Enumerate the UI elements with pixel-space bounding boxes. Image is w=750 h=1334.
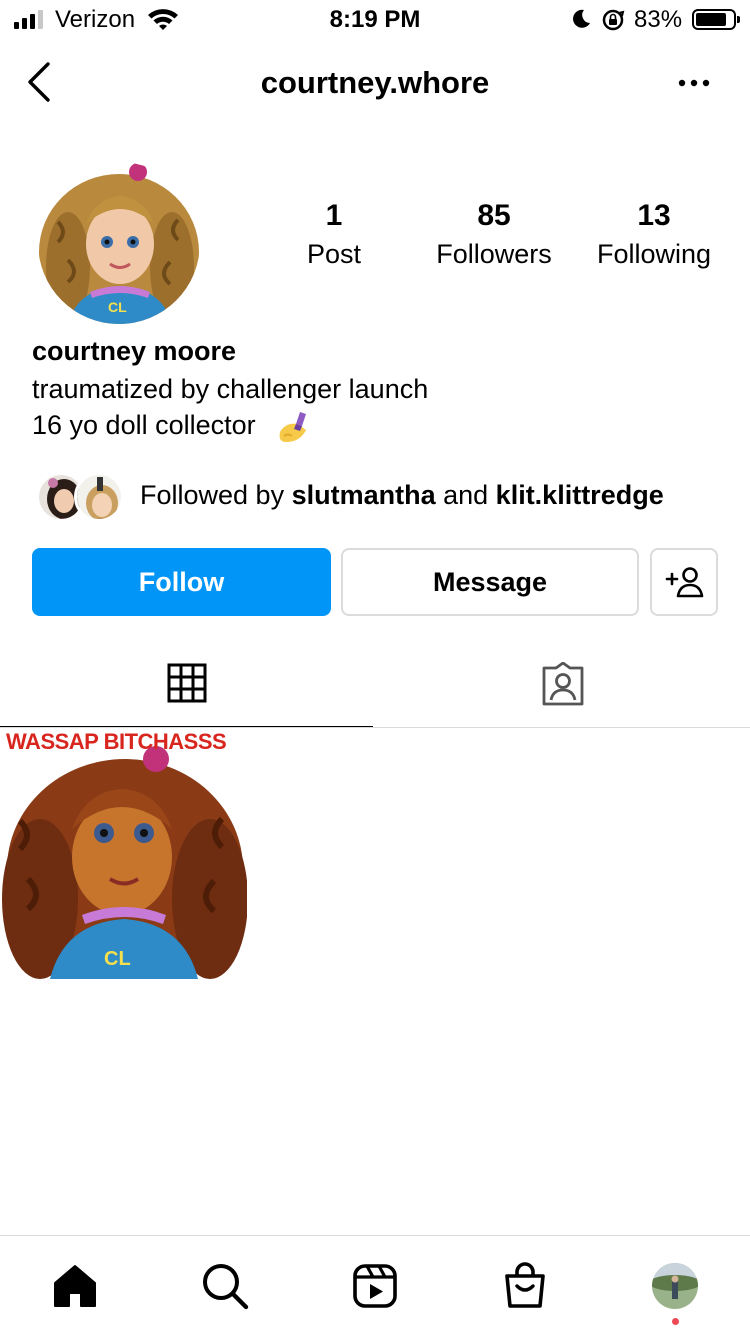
followed-by-text: Followed by slutmantha and klit.klittred… [140, 480, 664, 511]
reels-icon [353, 1264, 397, 1308]
nail-polish-emoji-icon [276, 408, 314, 451]
tab-posts-grid[interactable] [0, 640, 373, 728]
display-name: courtney moore [32, 336, 237, 366]
do-not-disturb-moon-icon [570, 8, 592, 35]
chevron-left-icon [28, 62, 50, 102]
bio-line-1: traumatized by challenger launch [32, 374, 429, 404]
followed-by-user-2[interactable]: klit.klittredge [496, 480, 664, 510]
followers-count: 85 [477, 199, 511, 232]
doll-portrait-image: CL [38, 162, 200, 324]
post-thumbnail[interactable]: CL WASSAP BITCHASSS [0, 729, 247, 979]
posts-label: Post [306, 239, 362, 269]
nav-home[interactable] [49, 1260, 101, 1312]
tagged-user-icon [542, 662, 583, 706]
bio-line-2: 16 yo doll collector [32, 410, 256, 440]
home-icon [54, 1265, 96, 1307]
nav-shop[interactable] [499, 1260, 551, 1312]
followers-stat[interactable]: 85 Followers [414, 196, 574, 272]
posts-stat[interactable]: 1 Post [254, 196, 414, 272]
following-label: Following [596, 239, 712, 269]
profile-username: courtney.whore [260, 65, 490, 100]
suggested-users-button[interactable] [650, 548, 718, 616]
following-stat[interactable]: 13 Following [574, 196, 734, 272]
battery-icon [692, 9, 740, 30]
status-bar: Verizon 8:19 PM 83% [0, 0, 750, 40]
tabs-divider [0, 727, 750, 728]
following-count: 13 [637, 199, 671, 232]
follower-avatar-2 [74, 472, 124, 522]
rotation-lock-icon [601, 8, 625, 37]
svg-text:CL: CL [104, 948, 131, 970]
shop-icon [505, 1262, 545, 1308]
post-caption: WASSAP BITCHASSS [6, 729, 227, 754]
profile-header: courtney.whore [0, 50, 750, 120]
nav-search[interactable] [199, 1260, 251, 1312]
followed-by-prefix: Followed by [140, 480, 292, 510]
profile-avatar[interactable]: CL [38, 162, 200, 324]
nav-reels[interactable] [349, 1260, 401, 1312]
followed-by-and: and [435, 480, 496, 510]
grid-icon [167, 663, 206, 703]
svg-text:CL: CL [108, 299, 127, 315]
follow-button[interactable]: Follow [32, 548, 331, 616]
profile-avatar-icon [652, 1263, 698, 1309]
back-button[interactable] [22, 58, 58, 106]
message-button[interactable]: Message [341, 548, 639, 616]
nav-profile[interactable] [649, 1260, 701, 1312]
more-horizontal-icon [678, 79, 710, 87]
more-options-button[interactable] [676, 68, 712, 98]
followers-label: Followers [436, 239, 552, 269]
add-person-icon [665, 567, 704, 598]
doll-post-image: CL [0, 729, 247, 979]
followed-by-row[interactable]: Followed by slutmantha and klit.klittred… [32, 470, 732, 526]
battery-percent: 83% [634, 6, 683, 33]
posts-count: 1 [325, 199, 343, 232]
search-icon [203, 1264, 249, 1310]
notification-dot [672, 1318, 679, 1325]
tab-tagged[interactable] [375, 640, 750, 728]
bottom-navigation [0, 1235, 750, 1334]
followed-by-user-1[interactable]: slutmantha [292, 480, 436, 510]
